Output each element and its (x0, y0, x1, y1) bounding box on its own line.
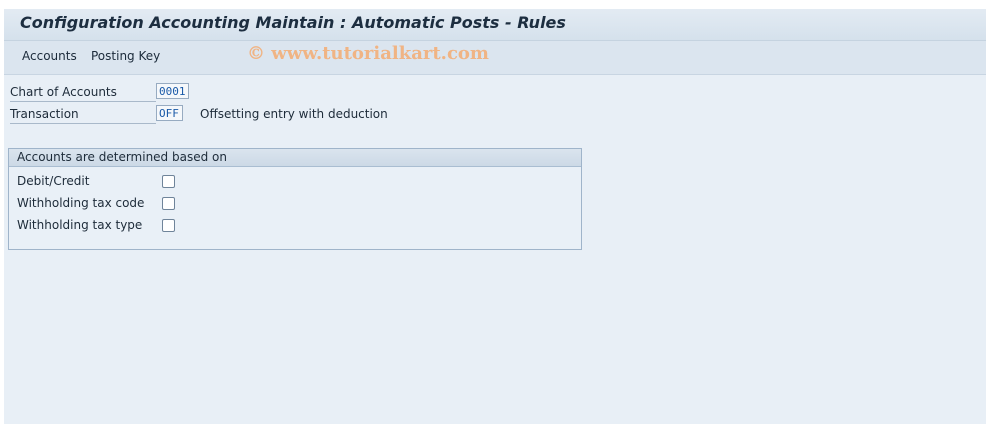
withholding-tax-type-checkbox[interactable] (162, 219, 175, 232)
option-label: Withholding tax type (17, 218, 143, 232)
group-title: Accounts are determined based on (17, 150, 227, 164)
transaction-field[interactable]: OFF (156, 105, 183, 121)
option-withholding-tax-code: Withholding tax code (9, 194, 581, 214)
chart-of-accounts-label: Chart of Accounts (10, 85, 156, 102)
option-debit-credit: Debit/Credit (9, 172, 581, 192)
option-label: Debit/Credit (17, 174, 90, 188)
title-bar: Configuration Accounting Maintain : Auto… (4, 9, 986, 41)
transaction-row: Transaction OFF Offsetting entry with de… (8, 105, 568, 125)
transaction-description: Offsetting entry with deduction (200, 107, 388, 121)
group-title-bar: Accounts are determined based on (9, 149, 581, 167)
option-label: Withholding tax code (17, 196, 145, 210)
chart-of-accounts-field[interactable]: 0001 (156, 83, 189, 99)
withholding-tax-code-checkbox[interactable] (162, 197, 175, 210)
menu-item-accounts[interactable]: Accounts (22, 49, 77, 63)
accounts-determination-group: Accounts are determined based on Debit/C… (8, 148, 582, 250)
menu-bar: Accounts Posting Key © www.tutorialkart.… (4, 41, 986, 75)
transaction-label: Transaction (10, 107, 156, 124)
menu-item-posting-key[interactable]: Posting Key (91, 49, 160, 63)
sap-screen: Configuration Accounting Maintain : Auto… (4, 9, 986, 424)
debit-credit-checkbox[interactable] (162, 175, 175, 188)
watermark: © www.tutorialkart.com (247, 43, 489, 64)
window-title: Configuration Accounting Maintain : Auto… (20, 13, 566, 32)
chart-of-accounts-row: Chart of Accounts 0001 (8, 83, 408, 103)
option-withholding-tax-type: Withholding tax type (9, 216, 581, 236)
